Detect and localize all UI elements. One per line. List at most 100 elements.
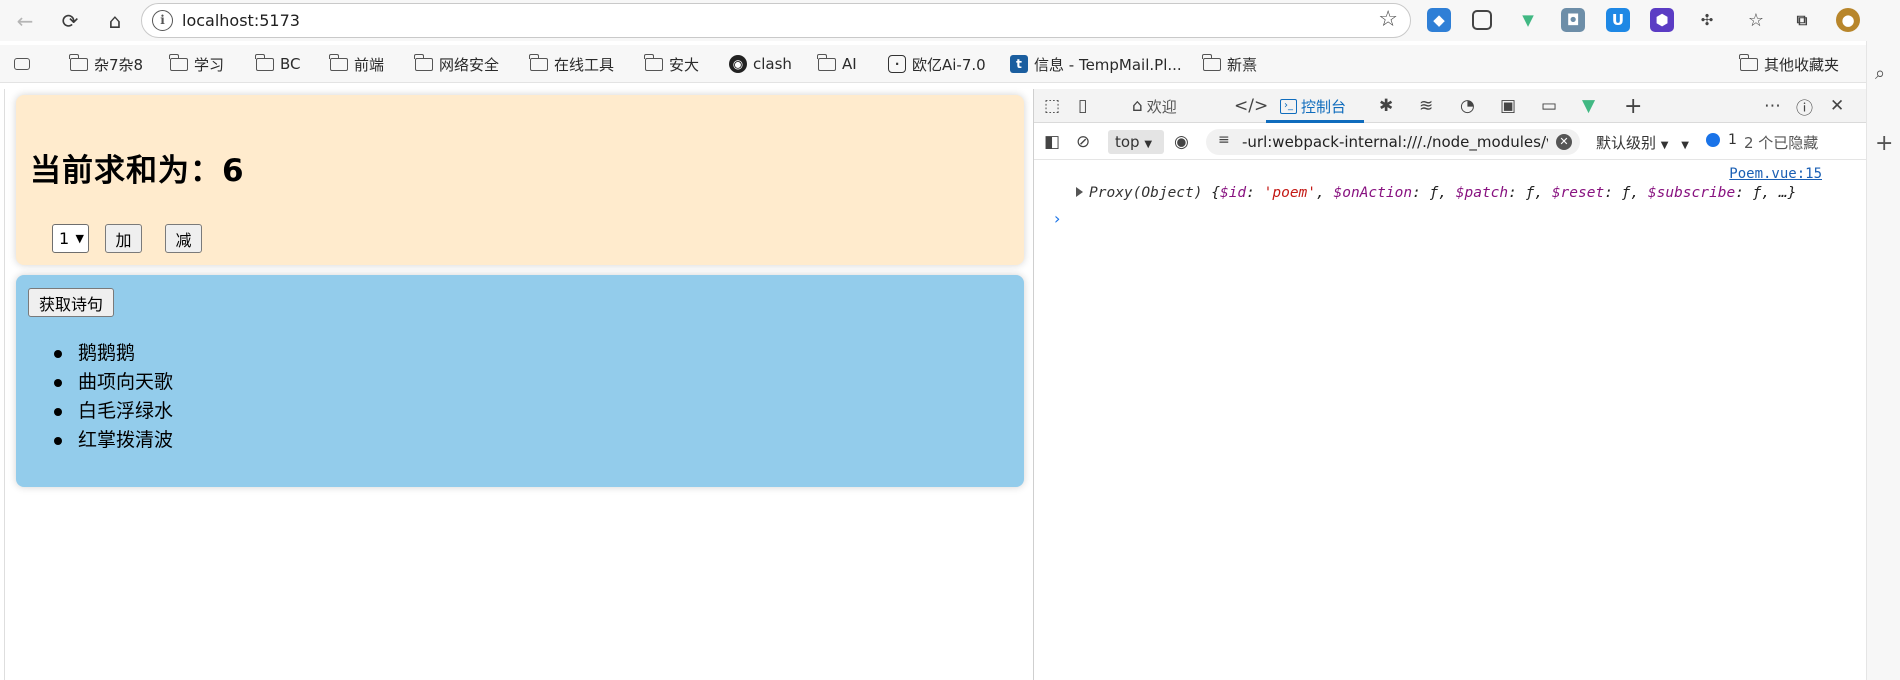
sum-card: 当前求和为：6 1 ▼ 加 减 (16, 95, 1024, 265)
chevron-down-icon: ▼ (1144, 139, 1153, 150)
source-link[interactable]: Poem.vue:15 (1729, 166, 1822, 182)
step-select-value: 1 (59, 229, 70, 248)
bookmark-item[interactable]: 网络安全 (414, 53, 499, 75)
bookmark-item[interactable]: ∙ 欧亿Ai-7.0 (888, 53, 986, 75)
get-poem-button[interactable]: 获取诗句 (28, 288, 114, 317)
log-fn: ƒ (1429, 185, 1439, 201)
site-info-icon[interactable]: i (152, 10, 173, 31)
search-icon[interactable]: ⌕ (1875, 63, 1885, 84)
browser-side-strip: ⌕ + (1866, 41, 1900, 680)
memory-chip-icon[interactable]: ▣ (1500, 95, 1516, 117)
performance-gauge-icon[interactable]: ◔ (1460, 95, 1475, 117)
bookmark-label: 学习 (194, 55, 225, 74)
bookmark-item[interactable]: 安大 (644, 53, 699, 75)
favorites-icon[interactable]: ☆ (1744, 8, 1768, 32)
add-tab-icon[interactable]: + (1624, 94, 1642, 119)
console-log-entry[interactable]: Proxy(Object) {$id: 'poem', $onAction: ƒ… (1076, 185, 1796, 201)
profile-avatar[interactable]: ● (1836, 8, 1860, 32)
devtools-tabs: ⬚ ▯ ⌂ 欢迎 </> ›_ 控制台 ✱ ≋ ◔ ▣ ▭ ▼ + ⋯ ⓘ ✕ (1034, 89, 1866, 123)
log-fn: ƒ (1525, 185, 1535, 201)
bookmark-label: 在线工具 (554, 55, 615, 74)
log-level-selector[interactable]: 默认级别 ▼ ▼ (1596, 132, 1689, 153)
bookmark-item[interactable]: ◉ clash (729, 53, 792, 75)
hidden-count: 2 个已隐藏 (1744, 134, 1819, 152)
address-toolbar: ← ⟳ ⌂ i localhost:5173 ☆ ◆ ▼ ◘ U ⬢ ✣ ☆ ⧉… (0, 0, 1900, 41)
bookmark-item[interactable]: t 信息 - TempMail.Pl... (1010, 53, 1182, 75)
poem-list: 鹅鹅鹅 曲项向天歌 白毛浮绿水 红掌拨清波 (53, 339, 173, 455)
subtract-button[interactable]: 减 (165, 224, 202, 253)
sum-title: 当前求和为：6 (30, 153, 245, 189)
sidebar-toggle-icon[interactable]: ◧ (1044, 131, 1060, 153)
web-page: 当前求和为：6 1 ▼ 加 减 获取诗句 鹅鹅鹅 曲项向天歌 白毛浮绿水 红掌拨… (4, 89, 1032, 680)
extensions-puzzle-icon[interactable]: ✣ (1695, 8, 1719, 32)
bookmark-item[interactable]: 杂7杂8 (69, 53, 144, 75)
back-icon[interactable]: ← (10, 6, 40, 36)
folder-icon (1739, 53, 1758, 71)
folder-icon (255, 53, 274, 71)
bookmarks-bar: 杂7杂8 学习 BC 前端 网络安全 在线工具 安大 ◉ clash AI ∙ 欧亿… (0, 45, 1900, 83)
add-sidebar-icon[interactable]: + (1875, 131, 1893, 156)
folder-icon (329, 53, 348, 71)
favorite-star-icon[interactable]: ☆ (1378, 7, 1398, 32)
bookmark-item[interactable]: AI (817, 53, 857, 75)
other-bookmarks[interactable]: 其他收藏夹 (1739, 53, 1839, 75)
add-button[interactable]: 加 (105, 224, 142, 253)
u-extension-icon[interactable]: U (1606, 8, 1630, 32)
tempmail-icon: t (1010, 55, 1028, 73)
bookmark-label: 杂7杂8 (94, 55, 144, 74)
live-expression-eye-icon[interactable]: ◉ (1174, 131, 1189, 153)
reload-icon[interactable]: ⟳ (55, 6, 85, 36)
device-emulation-icon[interactable]: ▯ (1078, 95, 1087, 117)
more-options-icon[interactable]: ⋯ (1764, 95, 1781, 117)
bookmark-label: BC (280, 55, 301, 73)
context-selector[interactable]: top ▼ (1108, 130, 1164, 154)
bookmark-item[interactable]: 在线工具 (529, 53, 615, 75)
filter-icon: ≡ (1218, 132, 1230, 148)
bug-icon[interactable]: ✱ (1379, 95, 1393, 117)
address-bar[interactable]: i localhost:5173 ☆ (141, 3, 1411, 38)
tab-console[interactable]: ›_ 控制台 (1280, 95, 1346, 117)
camera-extension-icon[interactable]: ◘ (1561, 8, 1585, 32)
filter-input[interactable]: ≡ -url:webpack-internal:///./node_module… (1206, 129, 1580, 155)
vue-extension-icon[interactable]: ▼ (1516, 8, 1540, 32)
tab-welcome[interactable]: ⌂ 欢迎 (1132, 95, 1177, 117)
elements-code-icon[interactable]: </> (1234, 95, 1268, 117)
bookmark-item[interactable]: 学习 (169, 53, 225, 75)
help-icon[interactable]: ⓘ (1796, 95, 1813, 119)
log-more: … (1778, 185, 1788, 201)
bookmark-manager-icon[interactable] (14, 53, 36, 75)
log-fn: ƒ (1621, 185, 1631, 201)
bird-extension-icon[interactable]: ◆ (1427, 8, 1451, 32)
filter-text[interactable]: -url:webpack-internal:///./node_modules/… (1242, 133, 1548, 151)
bookmark-item[interactable]: 前端 (329, 53, 384, 75)
bookmark-item[interactable]: 新熹 (1202, 53, 1258, 75)
step-select[interactable]: 1 ▼ (52, 224, 89, 253)
screenshot-capture-icon[interactable]: ⧉ (1790, 8, 1814, 32)
screenshot-extension-icon[interactable] (1472, 10, 1492, 30)
clear-filter-icon[interactable]: ✕ (1556, 134, 1572, 150)
folder-icon (1202, 53, 1221, 71)
message-count[interactable]: 1 (1706, 132, 1737, 148)
home-icon[interactable]: ⌂ (100, 6, 130, 36)
folder-icon (644, 53, 663, 71)
hexagon-extension-icon[interactable]: ⬢ (1650, 8, 1674, 32)
context-label: top (1115, 133, 1140, 151)
inspect-element-icon[interactable]: ⬚ (1044, 95, 1060, 117)
log-key: $patch (1455, 185, 1509, 201)
expand-triangle-icon[interactable] (1076, 187, 1083, 197)
bookmark-label: 新熹 (1227, 55, 1258, 74)
network-wifi-icon[interactable]: ≋ (1419, 95, 1433, 117)
chat-icon: ∙ (888, 55, 906, 73)
application-panel-icon[interactable]: ▭ (1541, 95, 1557, 117)
url-text[interactable]: localhost:5173 (182, 11, 300, 30)
folder-icon (69, 53, 88, 71)
folder-icon (817, 53, 836, 71)
clear-console-icon[interactable]: ⊘ (1076, 131, 1090, 153)
bookmark-item[interactable]: BC (255, 53, 301, 75)
close-icon[interactable]: ✕ (1830, 95, 1844, 117)
tab-label: 欢迎 (1146, 97, 1177, 116)
console-prompt-icon[interactable]: › (1054, 209, 1060, 228)
list-item: 白毛浮绿水 (53, 397, 173, 426)
github-icon: ◉ (729, 55, 747, 73)
vue-devtools-icon[interactable]: ▼ (1582, 95, 1595, 117)
